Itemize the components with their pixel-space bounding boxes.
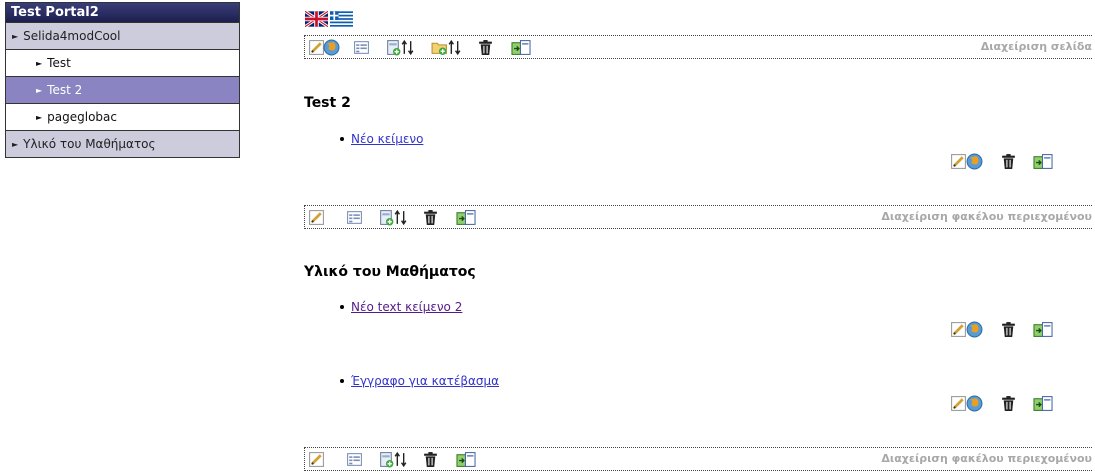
properties-icon[interactable] bbox=[353, 39, 370, 56]
section-title: Υλικό του Μαθήματος bbox=[304, 264, 476, 280]
triangle-right-icon: ► bbox=[36, 113, 43, 122]
copy-icon[interactable] bbox=[1032, 321, 1054, 338]
content-link[interactable]: Νέο κείμενο bbox=[351, 132, 423, 146]
add-page-icon[interactable] bbox=[385, 39, 402, 56]
sort-icon[interactable] bbox=[394, 451, 407, 468]
sidebar-item-label: Test 2 bbox=[47, 83, 83, 97]
page-toolbar: Διαχείριση σελίδα bbox=[304, 35, 1092, 59]
trash-icon[interactable] bbox=[1000, 153, 1017, 170]
sidebar-item-label: pageglobac bbox=[47, 110, 117, 124]
trash-icon[interactable] bbox=[477, 39, 494, 56]
copy-icon[interactable] bbox=[455, 209, 477, 226]
copy-icon[interactable] bbox=[510, 39, 532, 56]
add-folder-icon[interactable] bbox=[431, 39, 448, 56]
item-toolbar bbox=[950, 392, 1095, 414]
item-toolbar bbox=[950, 318, 1095, 340]
english-flag-icon[interactable] bbox=[305, 10, 328, 28]
section-title: Test 2 bbox=[304, 95, 351, 111]
folder-toolbar: Διαχείριση φακέλου περιεχομένου bbox=[304, 205, 1092, 229]
edit-icon[interactable] bbox=[950, 153, 967, 170]
globe-icon[interactable] bbox=[966, 321, 983, 338]
content-link[interactable]: Νέο text κείμενο 2 bbox=[351, 300, 462, 314]
folder-management-label: Διαχείριση φακέλου περιεχομένου bbox=[881, 210, 1092, 223]
add-page-icon[interactable] bbox=[378, 209, 395, 226]
sidebar-item-test-2[interactable]: ► Test 2 bbox=[6, 76, 239, 103]
bullet-icon bbox=[340, 379, 344, 383]
list-item: Έγγραφο για κατέβασμα bbox=[340, 374, 499, 388]
greek-flag-icon[interactable] bbox=[330, 10, 353, 28]
copy-icon[interactable] bbox=[1032, 395, 1054, 412]
globe-icon[interactable] bbox=[966, 395, 983, 412]
properties-icon[interactable] bbox=[346, 209, 363, 226]
trash-icon[interactable] bbox=[1000, 395, 1017, 412]
sidebar-item-test[interactable]: ► Test bbox=[6, 49, 239, 76]
globe-icon[interactable] bbox=[323, 39, 340, 56]
sort-icon[interactable] bbox=[394, 209, 407, 226]
triangle-right-icon: ► bbox=[12, 32, 19, 41]
sidebar-menu: Test Portal2 ► Selida4modCool ► Test ► Test… bbox=[5, 2, 240, 158]
sidebar-item-label: Test bbox=[47, 56, 71, 70]
edit-icon[interactable] bbox=[950, 321, 967, 338]
edit-icon[interactable] bbox=[950, 395, 967, 412]
trash-icon[interactable] bbox=[1000, 321, 1017, 338]
trash-icon[interactable] bbox=[422, 451, 439, 468]
add-page-icon[interactable] bbox=[378, 451, 395, 468]
sort-icon[interactable] bbox=[401, 39, 414, 56]
sidebar-item-selida4modcool[interactable]: ► Selida4modCool bbox=[6, 22, 239, 49]
edit-icon[interactable] bbox=[308, 209, 325, 226]
triangle-right-icon: ► bbox=[36, 86, 43, 95]
page-management-label: Διαχείριση σελίδα bbox=[980, 40, 1092, 53]
triangle-right-icon: ► bbox=[12, 140, 19, 149]
folder-toolbar: Διαχείριση φακέλου περιεχομένου bbox=[304, 447, 1092, 471]
sidebar-item-label: Υλικό του Μαθήματος bbox=[23, 137, 156, 151]
folder-management-label: Διαχείριση φακέλου περιεχομένου bbox=[881, 452, 1092, 465]
properties-icon[interactable] bbox=[346, 451, 363, 468]
bullet-icon bbox=[340, 305, 344, 309]
bullet-icon bbox=[340, 137, 344, 141]
content-link[interactable]: Έγγραφο για κατέβασμα bbox=[351, 374, 499, 388]
portal-title: Test Portal2 bbox=[6, 2, 239, 22]
list-item: Νέο text κείμενο 2 bbox=[340, 300, 462, 314]
item-toolbar bbox=[950, 150, 1095, 172]
sidebar-item-pageglobac[interactable]: ► pageglobac bbox=[6, 103, 239, 130]
edit-icon[interactable] bbox=[308, 451, 325, 468]
sidebar-item-course-material[interactable]: ► Υλικό του Μαθήματος bbox=[6, 130, 239, 157]
copy-icon[interactable] bbox=[455, 451, 477, 468]
globe-icon[interactable] bbox=[966, 153, 983, 170]
sort-icon[interactable] bbox=[448, 39, 461, 56]
copy-icon[interactable] bbox=[1032, 153, 1054, 170]
trash-icon[interactable] bbox=[422, 209, 439, 226]
list-item: Νέο κείμενο bbox=[340, 132, 423, 146]
triangle-right-icon: ► bbox=[36, 59, 43, 68]
sidebar-item-label: Selida4modCool bbox=[23, 29, 121, 43]
